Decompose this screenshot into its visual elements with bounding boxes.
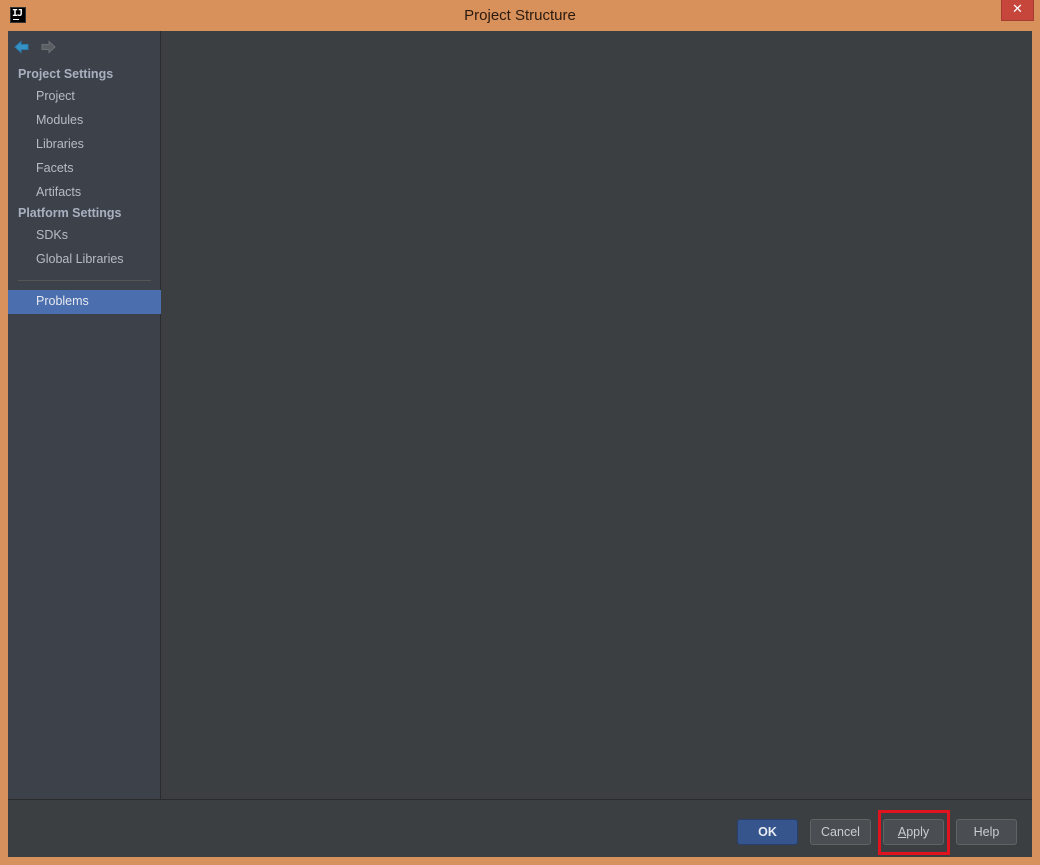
sidebar-item-sdks[interactable]: SDKs [36,228,68,242]
sidebar-item-label: Problems [36,294,89,308]
sidebar-divider [18,280,151,281]
settings-content-panel [162,31,1032,799]
ok-button[interactable]: OK [737,819,798,845]
help-button[interactable]: Help [956,819,1017,845]
window-title: Project Structure [464,7,576,24]
footer-separator [8,799,1032,800]
sidebar-item-artifacts[interactable]: Artifacts [36,185,81,199]
arrow-right-icon[interactable] [40,40,56,54]
section-platform-settings: Platform Settings [18,206,122,220]
sidebar-item-problems[interactable]: Problems [8,290,161,314]
arrow-left-icon[interactable] [14,40,30,54]
title-bar[interactable]: IJ Project Structure ✕ [0,0,1040,31]
sidebar-item-facets[interactable]: Facets [36,161,74,175]
sidebar-item-libraries[interactable]: Libraries [36,137,84,151]
sidebar-item-modules[interactable]: Modules [36,113,83,127]
sidebar: Project Settings Project Modules Librari… [8,31,161,799]
section-project-settings: Project Settings [18,67,114,81]
dialog-body: Project Settings Project Modules Librari… [8,31,1032,857]
cancel-button[interactable]: Cancel [810,819,871,845]
apply-highlight-box [878,810,950,855]
sidebar-item-global-libraries[interactable]: Global Libraries [36,252,124,266]
close-button[interactable]: ✕ [1001,0,1034,21]
sidebar-item-project[interactable]: Project [36,89,75,103]
